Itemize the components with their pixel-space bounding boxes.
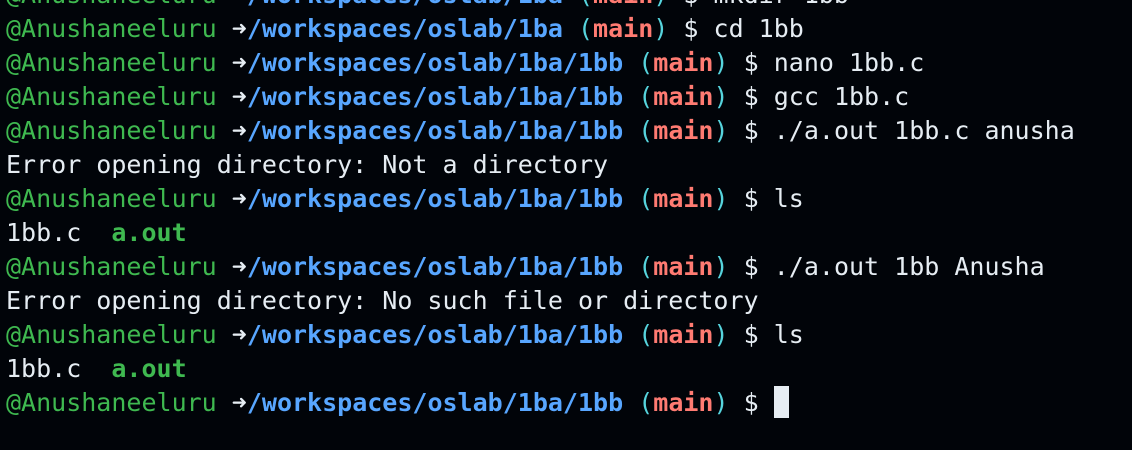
prompt-paren-close: ) [713, 388, 729, 417]
prompt-dollar: $ [743, 82, 759, 111]
terminal-output: @Anushaneeluru ➜/workspaces/oslab/1ba (m… [6, 0, 1075, 420]
prompt-line: @Anushaneeluru ➜/workspaces/oslab/1ba (m… [6, 0, 1075, 12]
prompt-dollar: $ [743, 252, 759, 281]
prompt-arrow-icon: ➜ [231, 82, 247, 111]
prompt-line: @Anushaneeluru ➜/workspaces/oslab/1ba/1b… [6, 114, 1075, 148]
git-branch: main [593, 14, 654, 43]
prompt-user: @Anushaneeluru [6, 116, 217, 145]
prompt-user: @Anushaneeluru [6, 48, 217, 77]
file-name: 1bb.c [6, 218, 82, 247]
prompt-arrow-icon: ➜ [231, 388, 247, 417]
prompt-line: @Anushaneeluru ➜/workspaces/oslab/1ba/1b… [6, 318, 1075, 352]
prompt-arrow-icon: ➜ [231, 116, 247, 145]
prompt-path: /workspaces/oslab/1ba/1bb [246, 388, 624, 417]
prompt-arrow-icon: ➜ [231, 320, 247, 349]
prompt-dollar: $ [683, 14, 699, 43]
prompt-paren-close: ) [713, 320, 729, 349]
prompt-dollar: $ [743, 184, 759, 213]
prompt-dollar: $ [683, 0, 698, 9]
prompt-paren-open: ( [577, 14, 594, 43]
prompt-path: /workspaces/oslab/1ba/1bb [246, 320, 624, 349]
git-branch: main [653, 82, 714, 111]
prompt-paren-open: ( [638, 116, 654, 145]
prompt-arrow-icon: ➜ [231, 184, 247, 213]
prompt-paren-close: ) [653, 0, 668, 9]
prompt-paren-open: ( [638, 388, 654, 417]
prompt-arrow-icon: ➜ [232, 0, 247, 9]
prompt-user: @Anushaneeluru [6, 0, 217, 9]
git-branch: main [653, 320, 714, 349]
file-listing: 1bb.c a.out [6, 216, 1075, 250]
output-text: Error opening directory: Not a directory [6, 150, 609, 179]
file-listing: 1bb.c a.out [6, 352, 1075, 386]
prompt-dollar: $ [743, 388, 759, 417]
prompt-user: @Anushaneeluru [6, 184, 217, 213]
prompt-user: @Anushaneeluru [6, 320, 217, 349]
command-text: ./a.out 1bb.c anusha [773, 116, 1075, 145]
git-branch: main [593, 0, 653, 9]
prompt-line: @Anushaneeluru ➜/workspaces/oslab/1ba/1b… [6, 80, 1075, 114]
prompt-paren-close: ) [713, 252, 729, 281]
prompt-paren-open: ( [638, 48, 654, 77]
terminal-cursor[interactable] [773, 386, 789, 418]
git-branch: main [653, 48, 714, 77]
prompt-dollar: $ [743, 320, 759, 349]
prompt-line: @Anushaneeluru ➜/workspaces/oslab/1ba/1b… [6, 182, 1075, 216]
prompt-arrow-icon: ➜ [231, 48, 247, 77]
prompt-paren-close: ) [653, 14, 669, 43]
prompt-path: /workspaces/oslab/1ba/1bb [246, 252, 624, 281]
prompt-arrow-icon: ➜ [231, 252, 247, 281]
git-branch: main [653, 252, 714, 281]
prompt-paren-close: ) [713, 48, 729, 77]
git-branch: main [653, 116, 714, 145]
prompt-line: @Anushaneeluru ➜/workspaces/oslab/1ba/1b… [6, 46, 1075, 80]
prompt-paren-close: ) [713, 184, 729, 213]
prompt-dollar: $ [743, 116, 759, 145]
command-text: cd 1bb [713, 14, 804, 43]
command-output: Error opening directory: Not a directory [6, 148, 1075, 182]
prompt-user: @Anushaneeluru [6, 252, 217, 281]
file-name: 1bb.c [6, 354, 82, 383]
command-output: Error opening directory: No such file or… [6, 284, 1075, 318]
command-text: ./a.out 1bb Anusha [773, 252, 1045, 281]
prompt-user: @Anushaneeluru [6, 14, 217, 43]
prompt-user: @Anushaneeluru [6, 82, 217, 111]
prompt-paren-open: ( [638, 320, 654, 349]
executable-file-name: a.out [111, 354, 187, 383]
executable-file-name: a.out [111, 218, 187, 247]
command-text: nano 1bb.c [773, 48, 925, 77]
prompt-path: /workspaces/oslab/1ba/1bb [246, 184, 624, 213]
prompt-paren-open: ( [578, 0, 593, 9]
prompt-paren-close: ) [713, 116, 729, 145]
prompt-paren-open: ( [638, 184, 654, 213]
prompt-path: /workspaces/oslab/1ba/1bb [246, 48, 624, 77]
git-branch: main [653, 184, 714, 213]
prompt-arrow-icon: ➜ [231, 14, 247, 43]
prompt-paren-open: ( [638, 82, 654, 111]
command-text: mkdir 1bb [714, 0, 849, 9]
terminal-window[interactable]: @Anushaneeluru ➜/workspaces/oslab/1ba (m… [0, 0, 1132, 450]
prompt-line: @Anushaneeluru ➜/workspaces/oslab/1ba (m… [6, 12, 1075, 46]
prompt-line: @Anushaneeluru ➜/workspaces/oslab/1ba/1b… [6, 250, 1075, 284]
command-text: gcc 1bb.c [773, 82, 910, 111]
prompt-path: /workspaces/oslab/1ba [247, 0, 563, 9]
prompt-dollar: $ [743, 48, 759, 77]
command-text: ls [773, 184, 804, 213]
prompt-paren-close: ) [713, 82, 729, 111]
prompt-path: /workspaces/oslab/1ba/1bb [246, 116, 624, 145]
output-text: Error opening directory: No such file or… [6, 286, 759, 315]
prompt-paren-open: ( [638, 252, 654, 281]
command-text: ls [773, 320, 804, 349]
prompt-line: @Anushaneeluru ➜/workspaces/oslab/1ba/1b… [6, 386, 1075, 420]
prompt-path: /workspaces/oslab/1ba [246, 14, 563, 43]
prompt-user: @Anushaneeluru [6, 388, 217, 417]
prompt-path: /workspaces/oslab/1ba/1bb [246, 82, 624, 111]
git-branch: main [653, 388, 714, 417]
